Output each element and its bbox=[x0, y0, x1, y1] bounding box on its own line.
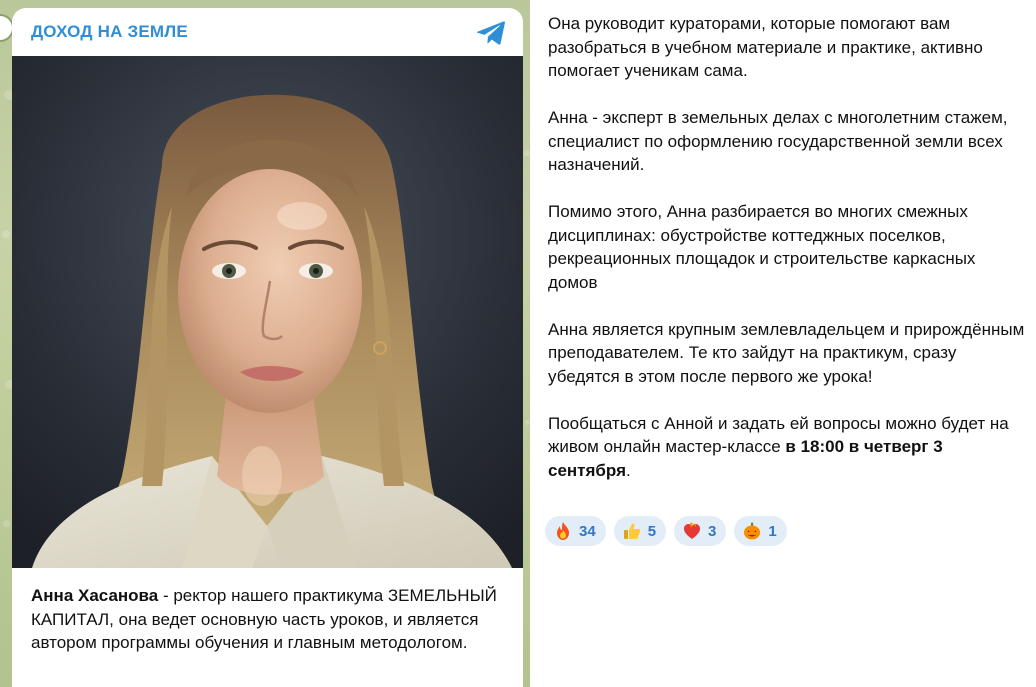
thumbs-up-emoji-icon bbox=[623, 523, 640, 539]
fire-emoji-icon bbox=[557, 522, 569, 540]
post-paragraph: Помимо этого, Анна разбирается во многих… bbox=[548, 202, 976, 292]
post-text: Она руководит кураторами, которые помога… bbox=[548, 12, 1028, 482]
heart-on-fire-emoji-icon bbox=[684, 522, 701, 539]
reaction-fire[interactable]: 34 bbox=[545, 516, 606, 546]
post-paragraph: Анна - эксперт в земельных делах с много… bbox=[548, 108, 1008, 174]
reaction-count: 34 bbox=[579, 522, 596, 540]
post-caption: Анна Хасанова - ректор нашего практикума… bbox=[31, 584, 501, 655]
reaction-heart-on-fire[interactable]: 3 bbox=[674, 516, 727, 546]
reactions-bar: 34 5 3 1 bbox=[545, 516, 787, 546]
reaction-count: 3 bbox=[708, 522, 717, 540]
final-period: . bbox=[626, 460, 631, 480]
post-paragraph: Она руководит кураторами, которые помога… bbox=[548, 14, 983, 80]
post-paragraph: Анна является крупным землевладельцем и … bbox=[548, 319, 1025, 386]
channel-name[interactable]: ДОХОД НА ЗЕМЛЕ bbox=[31, 22, 188, 42]
telegram-channel-view: ДОХОД НА ЗЕМЛЕ Анна Хасанова - ректор на… bbox=[0, 0, 1036, 687]
reaction-jack-o-lantern[interactable]: 1 bbox=[734, 516, 787, 546]
message-card: ДОХОД НА ЗЕМЛЕ Анна Хасанова - ректор на… bbox=[12, 8, 523, 687]
portrait-photo[interactable] bbox=[12, 56, 523, 568]
person-name: Анна Хасанова bbox=[31, 586, 159, 605]
post-paragraph-final: Пообщаться с Анной и задать ей вопросы м… bbox=[548, 412, 1028, 483]
reaction-count: 1 bbox=[768, 522, 777, 540]
reaction-count: 5 bbox=[647, 522, 657, 540]
jack-o-lantern-emoji-icon bbox=[744, 522, 761, 540]
telegram-share-icon[interactable] bbox=[476, 20, 506, 46]
reaction-thumbs-up[interactable]: 5 bbox=[613, 516, 667, 546]
message-header: ДОХОД НА ЗЕМЛЕ bbox=[12, 8, 523, 56]
